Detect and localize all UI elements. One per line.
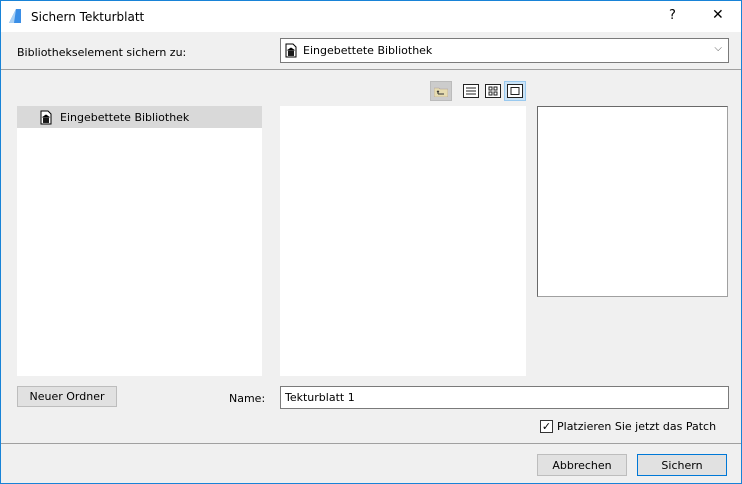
up-folder-icon[interactable] — [430, 81, 452, 101]
app-logo-icon — [9, 9, 21, 23]
window-title: Sichern Tekturblatt — [31, 10, 145, 24]
tree-item-label: Eingebettete Bibliothek — [60, 110, 190, 124]
place-patch-checkbox[interactable]: ✓ Platzieren Sie jetzt das Patch — [540, 420, 716, 433]
title-bar: Sichern Tekturblatt ? ✕ — [1, 1, 741, 32]
checkbox-label: Platzieren Sie jetzt das Patch — [557, 420, 717, 433]
preview-pane — [537, 106, 728, 297]
new-folder-button[interactable]: Neuer Ordner — [17, 386, 117, 407]
combo-value: Eingebettete Bibliothek — [303, 44, 433, 57]
divider — [1, 69, 741, 70]
save-button[interactable]: Sichern — [637, 454, 727, 476]
preview-view-icon[interactable] — [504, 81, 526, 101]
folder-tree[interactable]: Eingebettete Bibliothek — [17, 106, 262, 376]
checkbox-checked-icon[interactable]: ✓ — [540, 420, 553, 433]
file-list[interactable] — [280, 106, 526, 376]
library-icon — [285, 43, 297, 58]
cancel-button[interactable]: Abbrechen — [537, 454, 627, 476]
close-button[interactable]: ✕ — [712, 7, 724, 23]
library-icon — [40, 110, 52, 124]
grid-view-icon[interactable] — [483, 82, 502, 100]
tree-item[interactable]: Eingebettete Bibliothek — [17, 106, 262, 128]
name-input-value: Tekturblatt 1 — [285, 391, 355, 404]
divider — [1, 443, 741, 444]
name-input[interactable]: Tekturblatt 1 — [280, 386, 729, 409]
help-button[interactable]: ? — [669, 8, 676, 23]
library-combobox[interactable]: Eingebettete Bibliothek ⌵ — [280, 38, 729, 63]
chevron-down-icon: ⌵ — [714, 43, 722, 54]
save-dialog: Sichern Tekturblatt ? ✕ Bibliothekseleme… — [0, 0, 742, 484]
save-to-label: Bibliothekselement sichern zu: — [17, 46, 187, 59]
name-label: Name: — [229, 392, 266, 405]
list-view-icon[interactable] — [461, 82, 480, 100]
